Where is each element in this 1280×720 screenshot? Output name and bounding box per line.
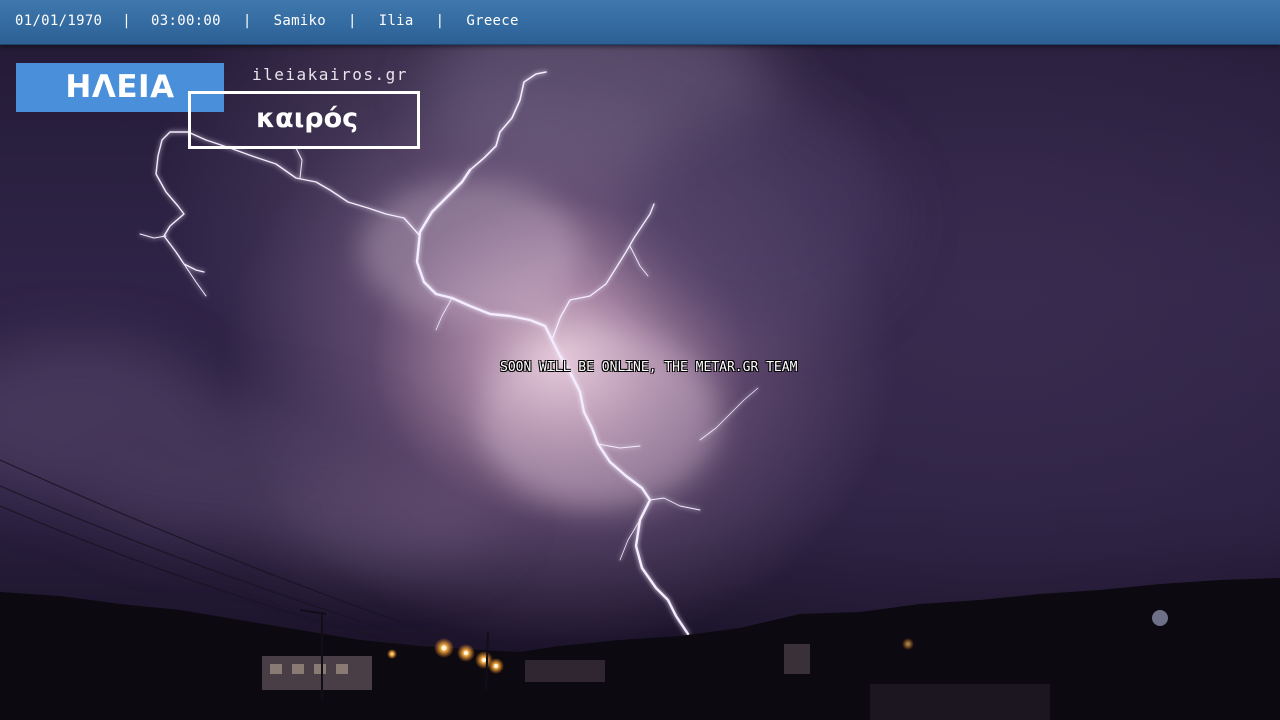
separator: |	[435, 13, 445, 29]
logo-domain: ileiakairos.gr	[252, 65, 408, 84]
separator: |	[347, 13, 357, 29]
time-label: 03:00:00	[151, 13, 221, 29]
date-label: 01/01/1970	[15, 13, 103, 29]
station-label: Samiko	[273, 13, 326, 29]
separator: |	[122, 13, 132, 29]
ileiakairos-logo: ΗΛΕΙΑ ileiakairos.gr καιρός	[16, 63, 420, 149]
country-label: Greece	[466, 13, 519, 29]
separator: |	[242, 13, 252, 29]
region-label: Ilia	[378, 13, 414, 29]
offline-notice: SOON WILL BE ONLINE, THE METAR.GR TEAM	[500, 360, 798, 375]
status-bar-text: 01/01/1970 | 03:00:00 | Samiko | Ilia | Greece	[15, 13, 519, 29]
logo-word: καιρός	[256, 103, 359, 134]
status-bar: 01/01/1970 | 03:00:00 | Samiko | Ilia | Greece	[0, 0, 1280, 45]
